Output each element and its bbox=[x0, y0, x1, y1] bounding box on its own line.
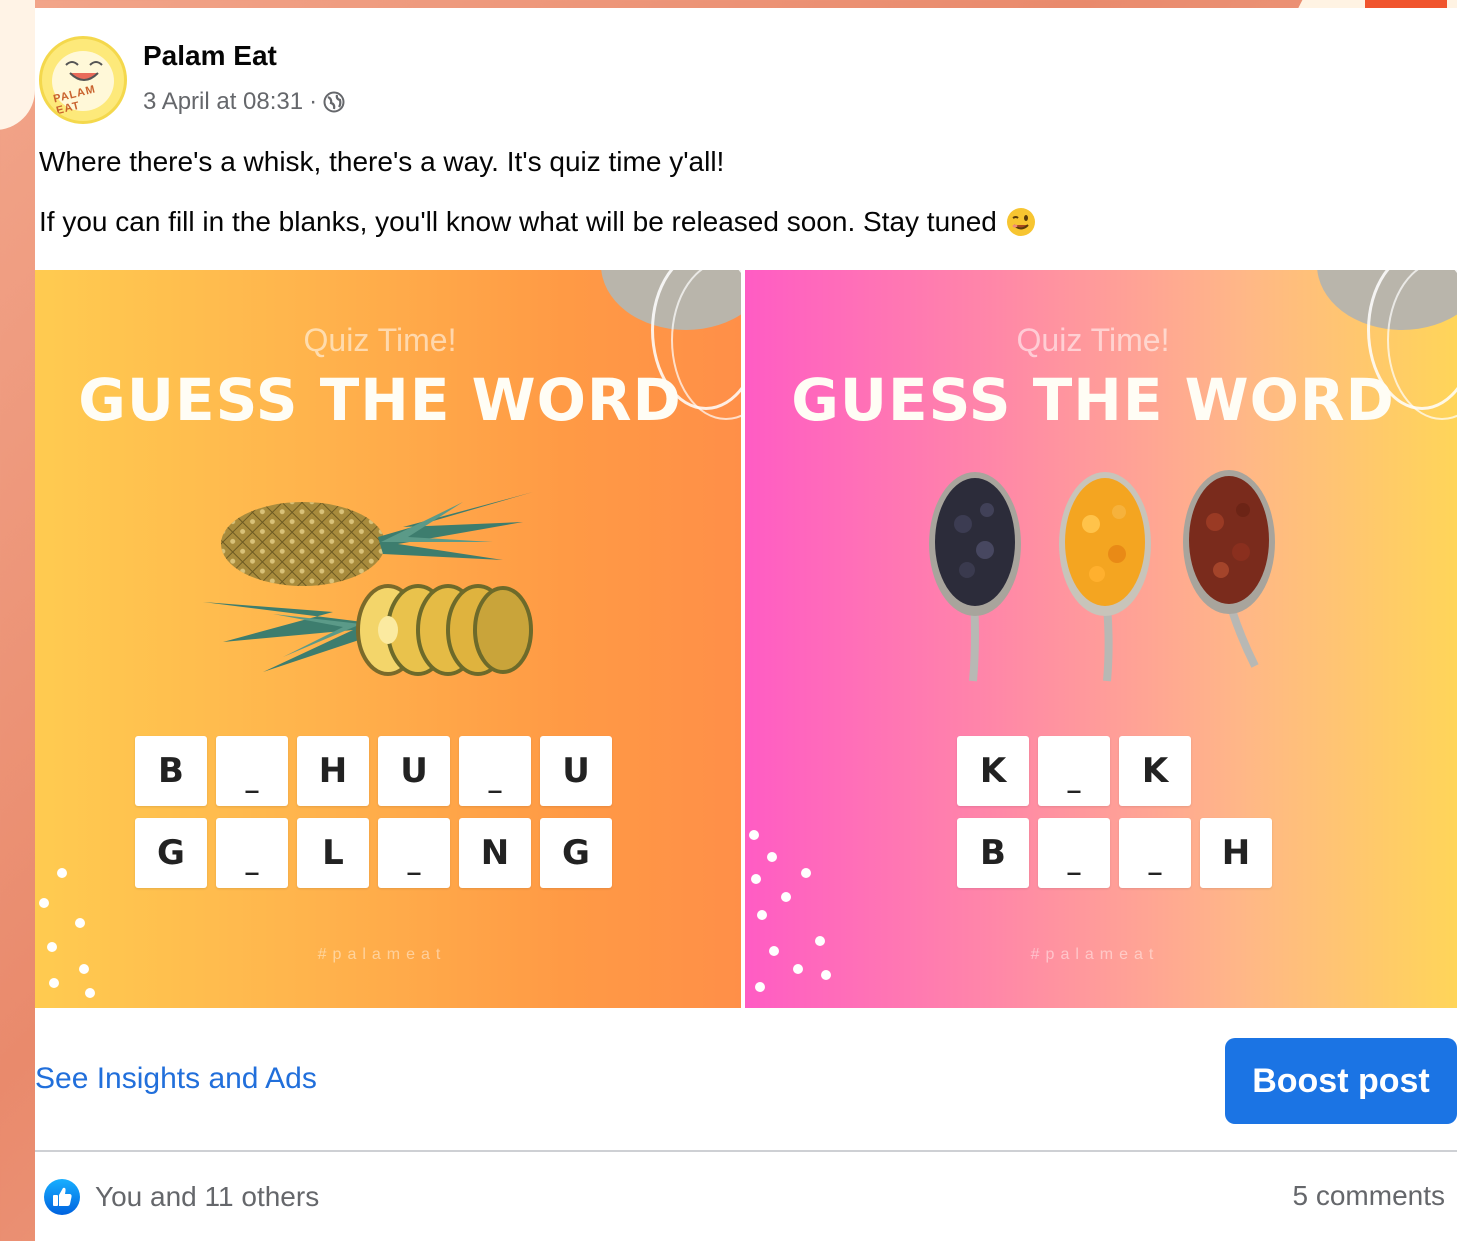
blank-tile: _ bbox=[1038, 818, 1110, 888]
winking-face-icon bbox=[1006, 207, 1035, 236]
comments-count[interactable]: 5 comments bbox=[1293, 1180, 1446, 1212]
quiz-title: GUESS THE WORD bbox=[78, 366, 682, 434]
post-text-line-2-content: If you can fill in the blanks, you'll kn… bbox=[39, 206, 997, 237]
letter-tile: L bbox=[297, 818, 369, 888]
letter-tile: G bbox=[135, 818, 207, 888]
letter-tile: H bbox=[297, 736, 369, 806]
decorative-dot bbox=[749, 830, 759, 840]
blank-tile: _ bbox=[1119, 818, 1191, 888]
decorative-dot bbox=[79, 964, 89, 974]
decorative-dot bbox=[769, 946, 779, 956]
letter-tile: G bbox=[540, 818, 612, 888]
letter-tile: N bbox=[459, 818, 531, 888]
letter-tiles: K _ K B _ _ H bbox=[957, 736, 1287, 892]
divider bbox=[35, 1150, 1457, 1152]
reactions-summary[interactable]: You and 11 others bbox=[43, 1178, 319, 1216]
letter-tile: H bbox=[1200, 818, 1272, 888]
decorative-dot bbox=[767, 852, 777, 862]
raisins-on-spoons-image bbox=[929, 470, 1275, 682]
letter-tile: K bbox=[957, 736, 1029, 806]
post-text-line-2: If you can fill in the blanks, you'll kn… bbox=[39, 206, 1037, 240]
decorative-dot bbox=[815, 936, 825, 946]
quiz-handle: #palameat bbox=[1030, 946, 1160, 963]
blank-tile: _ bbox=[1038, 736, 1110, 806]
blank-tile: _ bbox=[216, 818, 288, 888]
blank-tile: _ bbox=[459, 736, 531, 806]
decorative-dot bbox=[57, 868, 67, 878]
blank-tile: _ bbox=[378, 818, 450, 888]
letter-tile: B bbox=[957, 818, 1029, 888]
globe-icon[interactable] bbox=[323, 91, 345, 113]
post-text-line-1: Where there's a whisk, there's a way. It… bbox=[39, 146, 725, 177]
boost-post-button[interactable]: Boost post bbox=[1225, 1038, 1457, 1124]
quiz-title: GUESS THE WORD bbox=[791, 366, 1395, 434]
quiz-image-left[interactable]: Quiz Time! GUESS THE WORD B _ H U _ U G … bbox=[35, 270, 741, 1008]
see-insights-link[interactable]: See Insights and Ads bbox=[35, 1062, 317, 1096]
letter-tile: K bbox=[1119, 736, 1191, 806]
letter-tile: B bbox=[135, 736, 207, 806]
quiz-handle: #palameat bbox=[317, 946, 447, 963]
page-name[interactable]: Palam Eat bbox=[143, 40, 277, 72]
decorative-dot bbox=[821, 970, 831, 980]
quiz-image-right[interactable]: Quiz Time! GUESS THE WORD K _ K B _ _ H … bbox=[745, 270, 1457, 1008]
post-images: Quiz Time! GUESS THE WORD B _ H U _ U G … bbox=[35, 270, 1457, 1008]
blank-tile: _ bbox=[216, 736, 288, 806]
post-meta: 3 April at 08:31 · bbox=[143, 88, 345, 116]
post-header: PALAM EAT Palam Eat 3 April at 08:31 · bbox=[39, 36, 839, 126]
decorative-dot bbox=[39, 898, 49, 908]
letter-tile: U bbox=[540, 736, 612, 806]
decorative-dot bbox=[751, 874, 761, 884]
decorative-dot bbox=[85, 988, 95, 998]
decorative-dot bbox=[47, 942, 57, 952]
decorative-dot bbox=[781, 892, 791, 902]
decorative-dot bbox=[801, 868, 811, 878]
post-card: PALAM EAT Palam Eat 3 April at 08:31 · W… bbox=[35, 8, 1457, 1241]
meta-separator: · bbox=[309, 88, 318, 115]
decorative-dot bbox=[757, 910, 767, 920]
pineapple-image bbox=[203, 492, 533, 676]
post-timestamp[interactable]: 3 April at 08:31 bbox=[143, 88, 303, 116]
decorative-dot bbox=[755, 982, 765, 992]
letter-tile: U bbox=[378, 736, 450, 806]
letter-tiles: B _ H U _ U G _ L _ N G bbox=[135, 736, 615, 892]
decorative-dot bbox=[75, 918, 85, 928]
quiz-subtitle: Quiz Time! bbox=[303, 322, 457, 358]
decorative-dot bbox=[49, 978, 59, 988]
like-icon bbox=[44, 1179, 80, 1215]
reactions-text[interactable]: You and 11 others bbox=[95, 1181, 319, 1213]
avatar[interactable]: PALAM EAT bbox=[39, 36, 127, 124]
quiz-subtitle: Quiz Time! bbox=[1016, 322, 1170, 358]
background-shape bbox=[0, 0, 35, 130]
decorative-dot bbox=[793, 964, 803, 974]
